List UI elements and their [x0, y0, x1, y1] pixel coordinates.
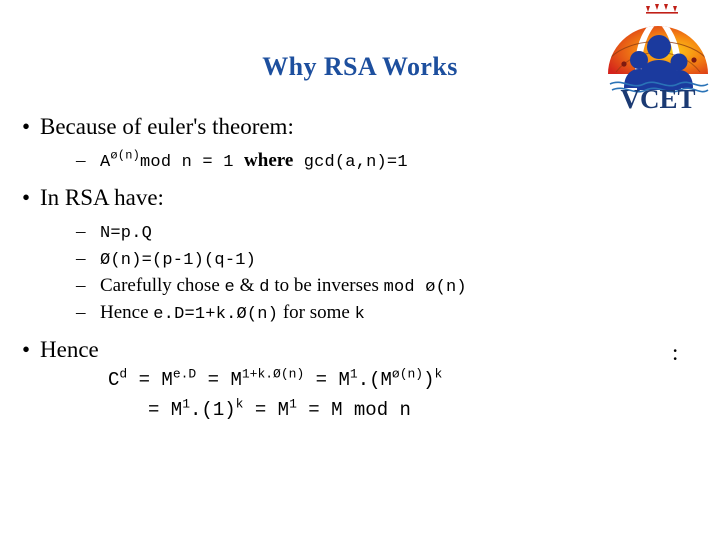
eq1-op4: .(M [357, 369, 392, 391]
equation-line-2: = M1.(1)k = M1 = M mod n [0, 395, 720, 425]
chose-amp: & [234, 275, 260, 296]
eq2-op3: = M [243, 399, 290, 421]
hence-prefix: Hence [100, 302, 154, 323]
eq2-op2: .(1) [190, 399, 236, 421]
subbullet-hence-ed: – Hence e.D=1+k.Ø(n) for some k [0, 300, 720, 327]
chose-d: d [259, 278, 270, 297]
chose-prefix: Carefully chose [100, 275, 225, 296]
logo-wordmark: VCET [620, 84, 695, 112]
subbullet-n-equals-pq: – N=p.Q [0, 219, 720, 246]
chose-e: e [224, 278, 235, 297]
chose-inverses-text: to be inverses [269, 275, 384, 296]
trailing-colon: : [672, 340, 679, 365]
euler-exponent: ø(n) [110, 148, 141, 163]
chose-mod-phi: mod ø(n) [383, 278, 467, 297]
euler-base: A [100, 153, 111, 172]
subbullet-euler-formula: – Aø(n)mod n = 1 where gcd(a,n)=1 [0, 148, 720, 175]
bullet-marker-icon: • [22, 114, 31, 139]
bullet-in-rsa-have: • In RSA have: [0, 183, 720, 213]
euler-gcd-condition: gcd(a,n)=1 [293, 153, 408, 172]
eq1-op3: = M [304, 369, 350, 391]
subbullet-marker-icon: – [76, 275, 86, 296]
bullet-hence: • Hence [0, 335, 720, 365]
bullet-marker-icon: • [22, 185, 31, 210]
eq2-op1: = M [148, 399, 183, 421]
bullet-because-of-eulers-theorem: • Because of euler's theorem: [0, 112, 720, 142]
eq1-sup-phi: ø(n) [391, 366, 424, 382]
eq2-sup-one-a: 1 [182, 396, 191, 412]
eq2-sup-one-b: 1 [289, 396, 297, 412]
eq1-c: C [108, 369, 120, 391]
euler-mod: mod n = 1 [140, 153, 245, 172]
eq1-sup-ed: e.D [172, 366, 197, 382]
hence-ed-equation: e.D=1+k.Ø(n) [153, 305, 279, 324]
hence-k: k [354, 305, 366, 324]
eq1-sup-one: 1 [349, 366, 358, 382]
hence-for-some: for some [278, 302, 355, 323]
subbullet-marker-icon: – [76, 221, 86, 242]
eq1-op1: = M [127, 369, 173, 391]
subbullet-marker-icon: – [76, 302, 86, 323]
bullet-marker-icon: • [22, 337, 31, 362]
eq1-op2: = M [196, 369, 242, 391]
bullet-text: Because of euler's theorem: [40, 114, 294, 139]
subbullet-carefully-chose: – Carefully chose e & d to be inverses m… [0, 273, 720, 300]
bullet-text: Hence [40, 337, 99, 362]
eq2-op4: = M mod n [296, 399, 411, 421]
vcet-logo: VCET [602, 2, 714, 112]
phi-definition: Ø(n)=(p-1)(q-1) [100, 251, 257, 270]
equation-line-1: Cd = Me.D = M1+k.Ø(n) = M1.(Mø(n))k [0, 365, 720, 395]
euler-where-keyword: where [244, 150, 294, 171]
bullet-text: In RSA have: [40, 185, 164, 210]
slide-body: • Because of euler's theorem: – Aø(n)mod… [0, 112, 720, 425]
eq1-sup-1kphi: 1+k.Ø(n) [241, 366, 305, 382]
eq1-sup-k: k [434, 366, 443, 382]
subbullet-marker-icon: – [76, 248, 86, 269]
eq1-op5: ) [423, 369, 435, 391]
subbullet-phi-n: – Ø(n)=(p-1)(q-1) [0, 246, 720, 273]
n-definition: N=p.Q [100, 224, 153, 243]
subbullet-marker-icon: – [76, 150, 86, 171]
